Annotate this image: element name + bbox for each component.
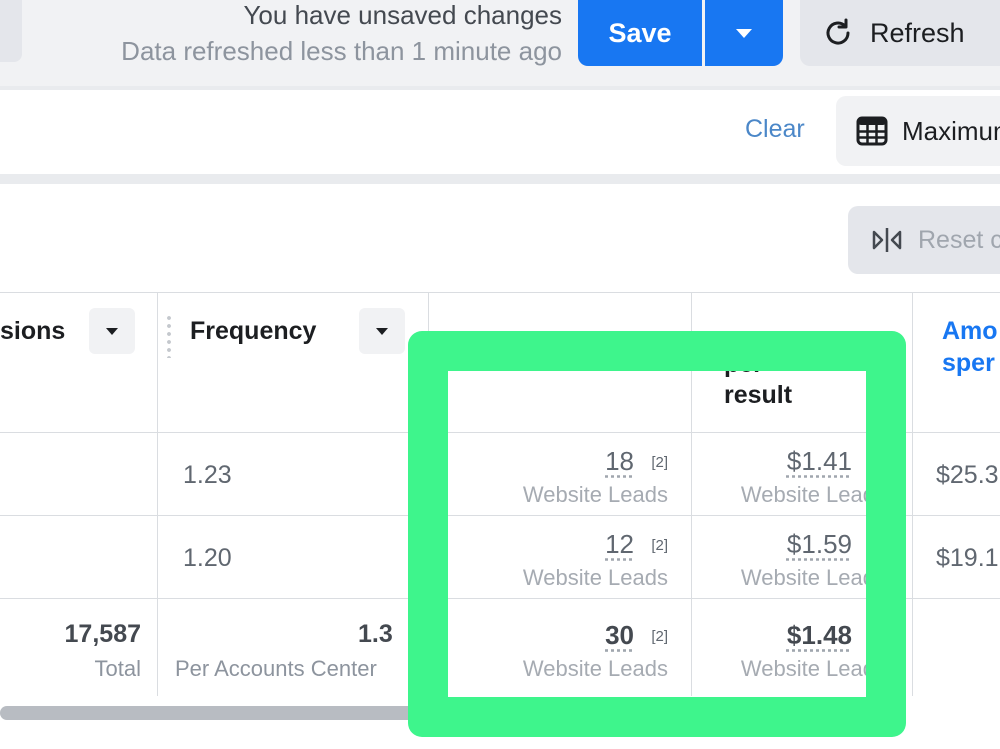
header-bottom-border bbox=[0, 432, 1000, 433]
table-top-border bbox=[0, 292, 1000, 293]
save-button[interactable]: Save bbox=[578, 0, 702, 66]
row-1-results[interactable]: 18 bbox=[605, 446, 634, 477]
row-1-results-sub: Website Leads bbox=[522, 482, 668, 507]
total-frequency-label: Per Accounts Center bbox=[175, 656, 377, 681]
column-resize-icon bbox=[872, 228, 902, 252]
drag-handle-icon[interactable] bbox=[166, 314, 172, 358]
calendar-grid-icon bbox=[856, 116, 888, 146]
column-divider bbox=[691, 292, 692, 696]
row-1-frequency: 1.23 bbox=[183, 461, 232, 489]
row-divider bbox=[0, 515, 1000, 516]
top-bar: You have unsaved changes Data refreshed … bbox=[0, 0, 1000, 86]
row-1-amount: $25.3 bbox=[936, 461, 999, 489]
column-divider bbox=[912, 292, 913, 696]
row-1-cost-sub: Website Leads bbox=[740, 482, 886, 507]
refresh-button[interactable]: Refresh bbox=[800, 0, 1000, 66]
column-header-amount-spent-line1[interactable]: Amo bbox=[942, 316, 998, 347]
column-header-impressions[interactable]: sions bbox=[0, 316, 65, 347]
chevron-down-icon bbox=[736, 28, 752, 38]
row-divider bbox=[0, 598, 1000, 599]
horizontal-scrollbar-thumb[interactable] bbox=[0, 706, 880, 720]
row-2-amount: $19.1 bbox=[936, 544, 999, 572]
chevron-down-icon bbox=[376, 327, 388, 335]
left-panel-button[interactable] bbox=[0, 0, 22, 62]
total-cost-tag: [2] bbox=[869, 628, 886, 645]
save-options-dropdown[interactable] bbox=[705, 0, 783, 66]
date-range-button[interactable]: Maximum bbox=[836, 96, 1000, 166]
row-2-cost-sub: Website Leads bbox=[740, 565, 886, 590]
total-results[interactable]: 30 bbox=[605, 620, 634, 651]
row-2-results[interactable]: 12 bbox=[605, 529, 634, 560]
clear-link[interactable]: Clear bbox=[745, 115, 805, 144]
total-results-sub: Website Leads bbox=[522, 656, 668, 681]
reset-columns-label: Reset columns bbox=[918, 225, 1000, 254]
row-2-frequency: 1.20 bbox=[183, 544, 232, 572]
column-header-frequency[interactable]: Frequency bbox=[190, 316, 316, 347]
column-header-cost-per-result-line2[interactable]: result bbox=[724, 380, 792, 411]
row-2-cost[interactable]: $1.59 bbox=[787, 529, 852, 560]
total-cost-sub: Website Leads bbox=[740, 656, 886, 681]
reset-columns-button[interactable]: Reset columns bbox=[848, 206, 1000, 274]
total-cost[interactable]: $1.48 bbox=[787, 620, 852, 651]
chevron-down-icon bbox=[106, 327, 118, 335]
total-impressions-label: Total bbox=[94, 656, 141, 681]
row-1-results-tag: [2] bbox=[651, 454, 668, 471]
refresh-icon bbox=[826, 18, 850, 45]
row-1-cost-tag: [2] bbox=[869, 454, 886, 471]
impressions-sort-button[interactable] bbox=[89, 308, 135, 354]
row-2-results-sub: Website Leads bbox=[522, 565, 668, 590]
column-header-cost-per-result-line1[interactable]: per bbox=[724, 349, 763, 380]
filter-bar: Clear Maximum bbox=[0, 90, 1000, 174]
table-panel: Reset columns sions Frequency per result… bbox=[0, 184, 1000, 749]
date-range-label: Maximum bbox=[902, 115, 1000, 146]
column-divider bbox=[428, 292, 429, 696]
total-results-tag: [2] bbox=[651, 628, 668, 645]
frequency-sort-button[interactable] bbox=[359, 308, 405, 354]
refresh-status-text: Data refreshed less than 1 minute ago bbox=[121, 36, 562, 66]
total-frequency: 1.3 bbox=[358, 620, 393, 648]
unsaved-changes-text: You have unsaved changes bbox=[243, 0, 562, 30]
row-2-results-tag: [2] bbox=[651, 537, 668, 554]
row-1-cost[interactable]: $1.41 bbox=[787, 446, 852, 477]
column-header-amount-spent-line2[interactable]: sper bbox=[942, 348, 995, 379]
row-2-cost-tag: [2] bbox=[869, 537, 886, 554]
column-divider bbox=[157, 292, 158, 696]
refresh-label: Refresh bbox=[870, 17, 965, 48]
total-impressions: 17,587 bbox=[64, 620, 141, 648]
